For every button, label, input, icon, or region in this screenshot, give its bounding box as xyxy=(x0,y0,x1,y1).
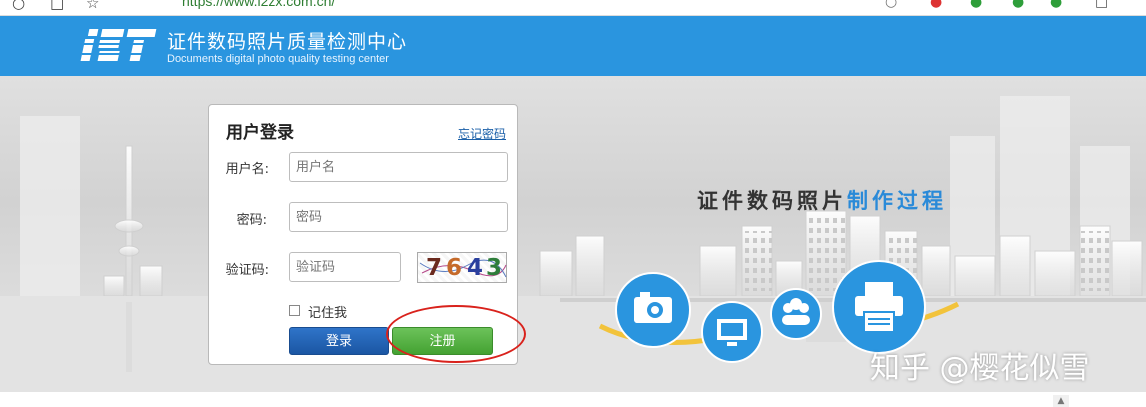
username-label: 用户名: xyxy=(225,162,269,177)
scroll-up-arrow-icon[interactable]: ▲ xyxy=(1053,395,1069,407)
camera-icon xyxy=(615,272,691,348)
captcha-digit: 7 xyxy=(426,255,443,281)
page-bottom xyxy=(0,392,1146,407)
captcha-digit: 3 xyxy=(486,255,503,281)
slogan-blue-text: 制作过程 xyxy=(847,188,947,213)
captcha-digit: 6 xyxy=(446,255,463,281)
bookmark-star-icon[interactable]: ☆ xyxy=(86,0,99,12)
ist-logo xyxy=(80,29,158,61)
password-label: 密码: xyxy=(236,213,267,228)
site-title: 证件数码照片质量检测中心 xyxy=(167,31,408,53)
login-title: 用户登录 xyxy=(226,123,294,143)
annotation-circle xyxy=(386,305,526,363)
username-input[interactable] xyxy=(289,152,508,182)
home-icon[interactable]: □ xyxy=(50,0,64,12)
remember-me-checkbox[interactable] xyxy=(289,305,300,316)
captcha-digit: 4 xyxy=(467,255,484,281)
process-slogan: 证件数码照片制作过程 xyxy=(697,185,947,215)
browser-toolbar: ○ □ ☆ https://www.i2zx.com.cn/ ○ ● ● ● ●… xyxy=(0,0,1146,16)
captcha-image[interactable]: 7 6 4 3 xyxy=(417,252,507,283)
slogan-dark-text: 证件数码照片 xyxy=(697,188,847,213)
search-icon[interactable]: ○ xyxy=(885,0,897,10)
extension-icon[interactable]: ● xyxy=(970,0,982,10)
password-input[interactable] xyxy=(289,202,508,232)
address-bar[interactable]: https://www.i2zx.com.cn/ xyxy=(182,0,335,9)
extension-icon[interactable]: ● xyxy=(1012,0,1024,10)
extension-icon[interactable]: ● xyxy=(930,0,942,10)
refresh-icon[interactable]: ○ xyxy=(12,0,25,12)
site-header: 证件数码照片质量检测中心 Documents digital photo qua… xyxy=(0,16,1146,76)
captcha-input[interactable] xyxy=(289,252,401,282)
remember-me-label: 记住我 xyxy=(308,306,348,321)
extension-icon[interactable]: ● xyxy=(1050,0,1062,10)
users-icon xyxy=(770,288,822,340)
site-subtitle: Documents digital photo quality testing … xyxy=(167,53,389,65)
extension-icon[interactable]: □ xyxy=(1095,0,1108,10)
forgot-password-link[interactable]: 忘记密码 xyxy=(458,125,506,142)
captcha-label: 验证码: xyxy=(225,263,269,278)
monitor-icon xyxy=(701,301,763,363)
zhihu-watermark: 知乎 @樱花似雪 xyxy=(870,351,1090,386)
printer-icon xyxy=(832,260,926,354)
login-button[interactable]: 登录 xyxy=(289,327,389,355)
